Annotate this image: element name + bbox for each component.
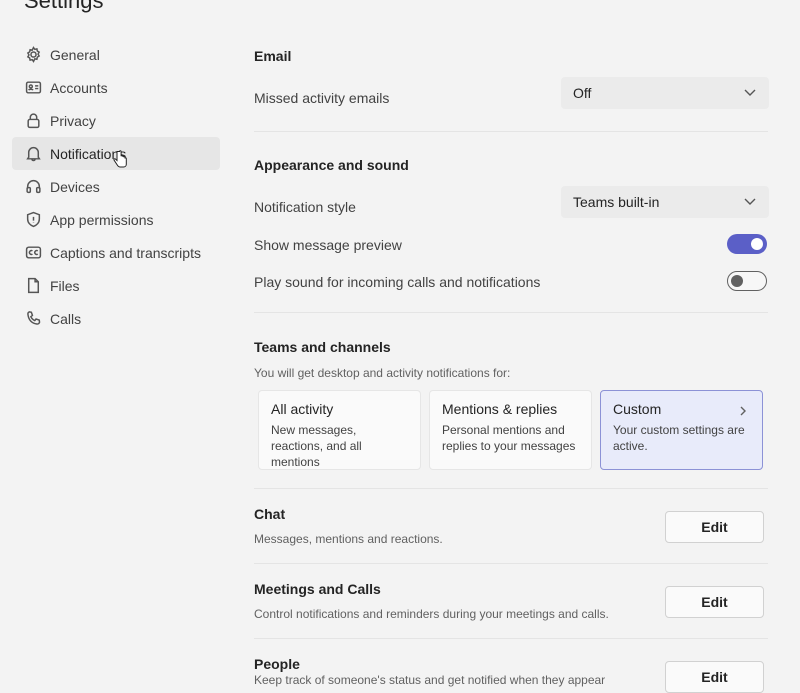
sidebar-item-label: Devices xyxy=(50,178,100,195)
chat-section-title: Chat xyxy=(254,506,286,522)
missed-activity-dropdown[interactable]: Off xyxy=(561,77,769,109)
card-desc: Personal mentions and replies to your me… xyxy=(442,423,576,453)
people-edit-button[interactable]: Edit xyxy=(665,661,764,693)
play-sound-toggle[interactable] xyxy=(727,271,767,291)
sidebar-item-label: Privacy xyxy=(50,112,96,129)
toggle-knob xyxy=(751,238,763,250)
hand-cursor-icon xyxy=(112,149,128,169)
missed-activity-label: Missed activity emails xyxy=(254,90,390,106)
meetings-edit-button[interactable]: Edit xyxy=(665,586,764,618)
divider xyxy=(254,563,768,564)
custom-card[interactable]: Custom Your custom settings are active. xyxy=(600,390,763,470)
notification-style-label: Notification style xyxy=(254,199,356,215)
people-section-title: People xyxy=(254,656,300,672)
appearance-section-title: Appearance and sound xyxy=(254,157,409,173)
meetings-desc: Control notifications and reminders duri… xyxy=(254,607,609,621)
email-section-title: Email xyxy=(254,48,292,64)
toggle-knob xyxy=(731,274,743,287)
sidebar-item-devices[interactable]: Devices xyxy=(12,170,220,203)
divider xyxy=(254,131,768,132)
chevron-right-icon xyxy=(738,403,748,416)
lock-icon xyxy=(24,112,42,130)
play-sound-label: Play sound for incoming calls and notifi… xyxy=(254,274,541,290)
teams-section-title: Teams and channels xyxy=(254,339,391,355)
card-title: All activity xyxy=(271,401,334,417)
sidebar-item-captions[interactable]: Captions and transcripts xyxy=(12,236,220,269)
sidebar-item-label: General xyxy=(50,46,100,63)
chevron-down-icon xyxy=(743,85,757,102)
id-card-icon xyxy=(24,79,42,97)
mentions-replies-card[interactable]: Mentions & replies Personal mentions and… xyxy=(429,390,592,470)
divider xyxy=(254,638,768,639)
people-desc: Keep track of someone's status and get n… xyxy=(254,673,606,687)
chevron-down-icon xyxy=(743,194,757,211)
message-preview-label: Show message preview xyxy=(254,237,402,253)
notification-style-dropdown[interactable]: Teams built-in xyxy=(561,186,769,218)
chat-edit-button[interactable]: Edit xyxy=(665,511,764,543)
meetings-section-title: Meetings and Calls xyxy=(254,581,381,597)
phone-icon xyxy=(24,310,42,328)
sidebar-item-files[interactable]: Files xyxy=(12,269,220,302)
card-title: Custom xyxy=(613,401,662,417)
sidebar-item-general[interactable]: General xyxy=(12,38,220,71)
sidebar-item-label: Accounts xyxy=(50,79,108,96)
chat-desc: Messages, mentions and reactions. xyxy=(254,532,443,546)
divider xyxy=(254,312,768,313)
sidebar-item-privacy[interactable]: Privacy xyxy=(12,104,220,137)
sidebar-item-label: Captions and transcripts xyxy=(50,244,201,261)
all-activity-card[interactable]: All activity New messages, reactions, an… xyxy=(258,390,421,470)
sidebar-item-label: App permissions xyxy=(50,211,154,228)
missed-activity-value: Off xyxy=(573,85,592,101)
card-desc: New messages, reactions, and all mention… xyxy=(271,423,362,469)
card-title: Mentions & replies xyxy=(442,401,558,417)
gear-icon xyxy=(24,46,42,64)
bell-icon xyxy=(24,145,42,163)
file-icon xyxy=(24,277,42,295)
window-title: Settings xyxy=(24,0,104,13)
cc-icon xyxy=(24,244,42,262)
sidebar-item-label: Calls xyxy=(50,310,82,327)
notification-style-value: Teams built-in xyxy=(573,194,660,210)
shield-icon xyxy=(24,211,42,229)
message-preview-toggle[interactable] xyxy=(727,234,767,254)
headset-icon xyxy=(24,178,42,196)
sidebar-item-label: Files xyxy=(50,277,80,294)
sidebar-item-app-permissions[interactable]: App permissions xyxy=(12,203,220,236)
sidebar-item-accounts[interactable]: Accounts xyxy=(12,71,220,104)
card-desc: Your custom settings are active. xyxy=(613,423,745,453)
sidebar-item-notifications[interactable]: Notifications xyxy=(12,137,220,170)
sidebar-item-calls[interactable]: Calls xyxy=(12,302,220,335)
divider xyxy=(254,488,768,489)
settings-sidebar: General Accounts Privacy Notifications D… xyxy=(12,38,220,335)
teams-subtitle: You will get desktop and activity notifi… xyxy=(254,366,511,380)
